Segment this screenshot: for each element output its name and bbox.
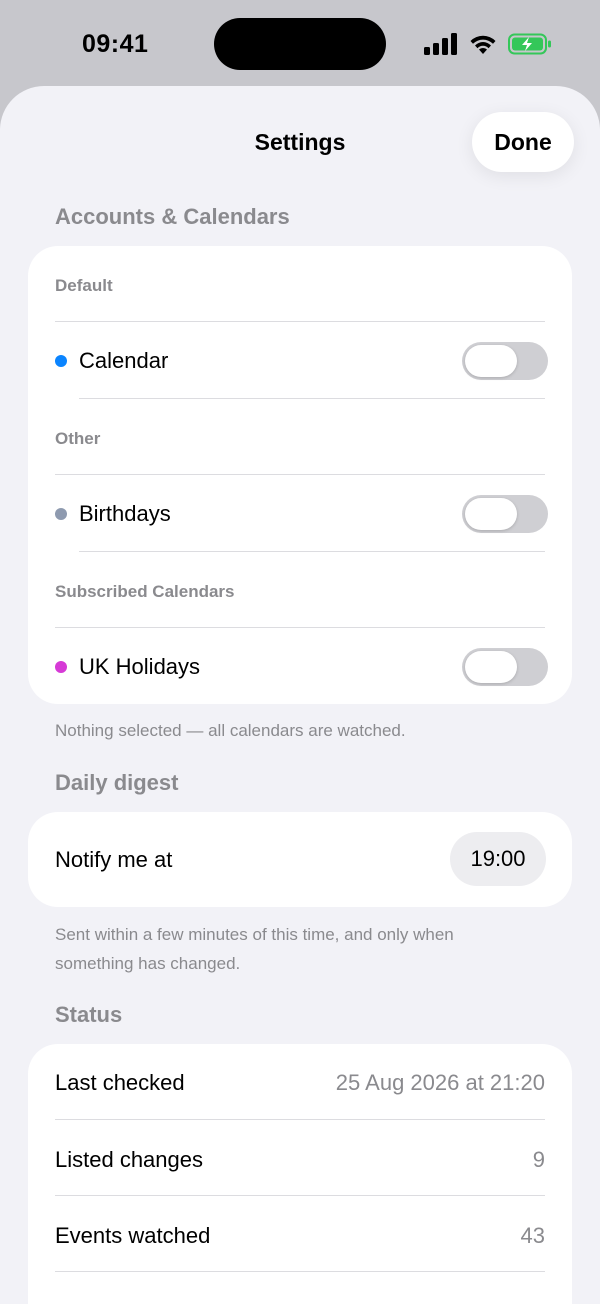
calendar-toggle[interactable] — [462, 342, 548, 380]
calendar-color-dot — [55, 355, 67, 367]
divider — [55, 474, 545, 475]
divider — [55, 321, 545, 322]
calendars-footer-note: Nothing selected — all calendars are wat… — [55, 721, 406, 740]
battery-charging-icon — [508, 33, 551, 55]
calendar-name: Birthdays — [79, 501, 171, 526]
digest-footer-note: Sent within a few minutes of this time, … — [55, 925, 454, 973]
status-icons — [424, 30, 552, 58]
notify-time-picker[interactable]: 19:00 — [450, 832, 546, 886]
notify-label: Notify me at — [55, 847, 173, 872]
status-time: 09:41 — [82, 30, 149, 58]
section-header-status: Status — [55, 1002, 123, 1027]
settings-sheet: Settings Done Accounts & Calendars Defau… — [0, 86, 600, 1304]
cellular-signal-icon — [424, 33, 457, 55]
status-row-label: Last checked — [55, 1070, 185, 1095]
calendars-card: Default Calendar Other Birthdays Subscri… — [28, 246, 572, 704]
divider — [55, 1195, 545, 1196]
calendar-color-dot — [55, 661, 67, 673]
calendar-name: Calendar — [79, 348, 169, 373]
group-label-default: Default — [55, 276, 113, 295]
status-row-value: 9 — [532, 1147, 545, 1172]
group-label-other: Other — [55, 429, 101, 448]
uk-holidays-toggle[interactable] — [462, 648, 548, 686]
birthdays-toggle[interactable] — [462, 495, 548, 533]
done-button[interactable]: Done — [472, 112, 574, 172]
digest-card: Notify me at 19:00 — [28, 812, 572, 907]
status-row-label: Listed changes — [55, 1147, 203, 1172]
status-row-value: 25 Aug 2026 at 21:20 — [335, 1070, 545, 1095]
status-card: Last checked 25 Aug 2026 at 21:20 Listed… — [28, 1044, 572, 1304]
section-header-digest: Daily digest — [55, 770, 179, 795]
toggle-knob — [465, 498, 517, 530]
toggle-knob — [465, 345, 517, 377]
divider — [55, 1271, 545, 1272]
section-header-accounts: Accounts & Calendars — [55, 204, 290, 229]
status-row-label: Events watched — [55, 1223, 211, 1248]
toggle-knob — [465, 651, 517, 683]
status-bar: 09:41 — [0, 0, 600, 88]
dynamic-island — [214, 18, 386, 70]
group-label-subscribed: Subscribed Calendars — [55, 582, 235, 601]
divider — [79, 398, 545, 399]
wifi-icon — [470, 35, 496, 54]
calendar-name: UK Holidays — [79, 654, 201, 679]
calendar-color-dot — [55, 508, 67, 520]
divider — [55, 627, 545, 628]
divider — [79, 551, 545, 552]
divider — [55, 1119, 545, 1120]
status-row-value: 43 — [520, 1223, 545, 1248]
